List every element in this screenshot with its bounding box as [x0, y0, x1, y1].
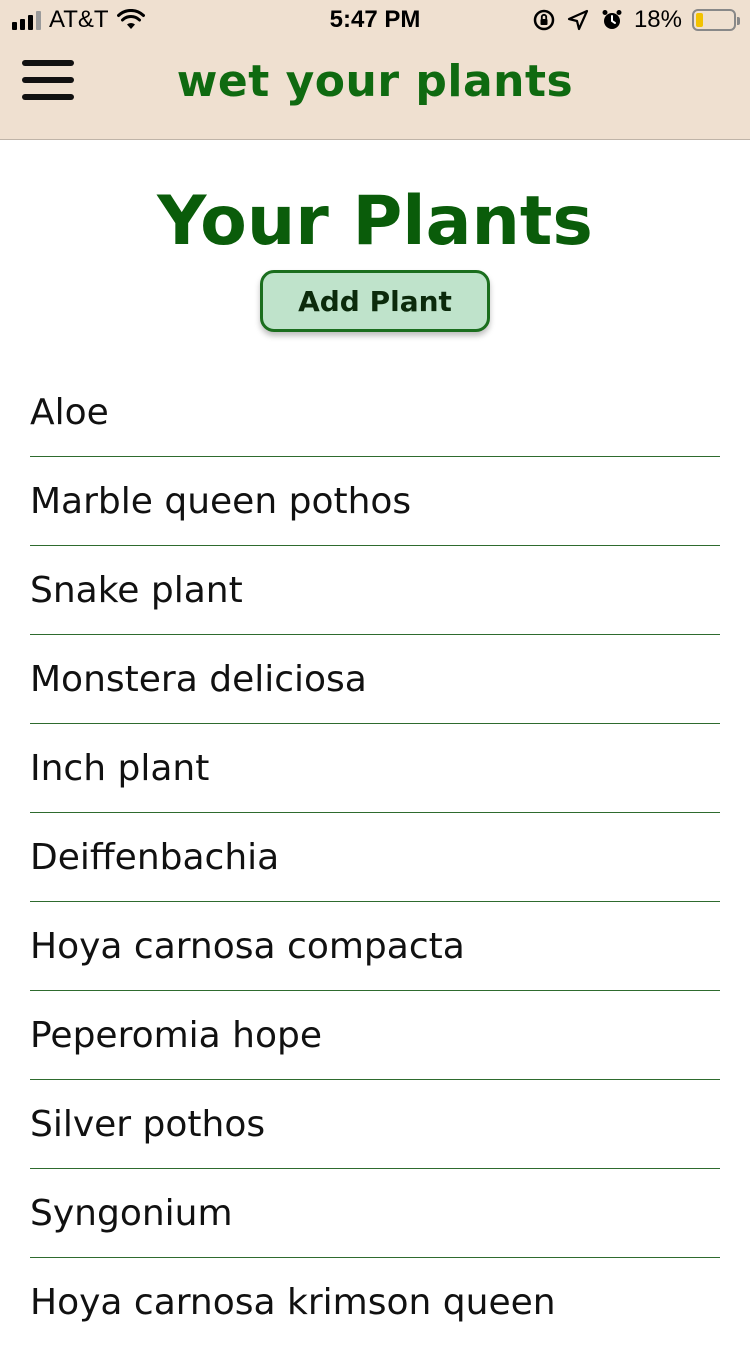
status-bar: AT&T 5:47 PM 18% — [0, 0, 750, 40]
plant-list-item[interactable]: Silver pothos — [30, 1080, 720, 1169]
plant-list-item[interactable]: Hoya carnosa krimson queen — [30, 1258, 720, 1346]
plant-list-item[interactable]: Inch plant — [30, 724, 720, 813]
plant-list-item[interactable]: Peperomia hope — [30, 991, 720, 1080]
plant-list-item[interactable]: Hoya carnosa compacta — [30, 902, 720, 991]
plant-list: Aloe Marble queen pothos Snake plant Monste… — [30, 368, 720, 1346]
alarm-icon — [602, 10, 622, 29]
plant-list-item[interactable]: Marble queen pothos — [30, 457, 720, 546]
add-plant-button[interactable]: Add Plant — [260, 270, 490, 332]
app-header: wet your plants — [0, 40, 750, 140]
battery-tip — [737, 17, 740, 25]
page-title: Your Plants — [157, 182, 593, 261]
plant-list-item[interactable]: Deiffenbachia — [30, 813, 720, 902]
battery-fill — [696, 13, 704, 27]
location-icon — [567, 9, 589, 31]
app-title: wet your plants — [176, 56, 574, 107]
plant-list-item[interactable]: Monstera deliciosa — [30, 635, 720, 724]
rotation-lock-icon — [533, 9, 555, 31]
plant-list-item[interactable]: Snake plant — [30, 546, 720, 635]
plant-list-item[interactable]: Aloe — [30, 368, 720, 457]
battery-icon — [692, 9, 740, 31]
battery-percent: 18% — [633, 6, 682, 33]
status-right: 18% — [532, 6, 740, 34]
plant-list-item[interactable]: Syngonium — [30, 1169, 720, 1258]
